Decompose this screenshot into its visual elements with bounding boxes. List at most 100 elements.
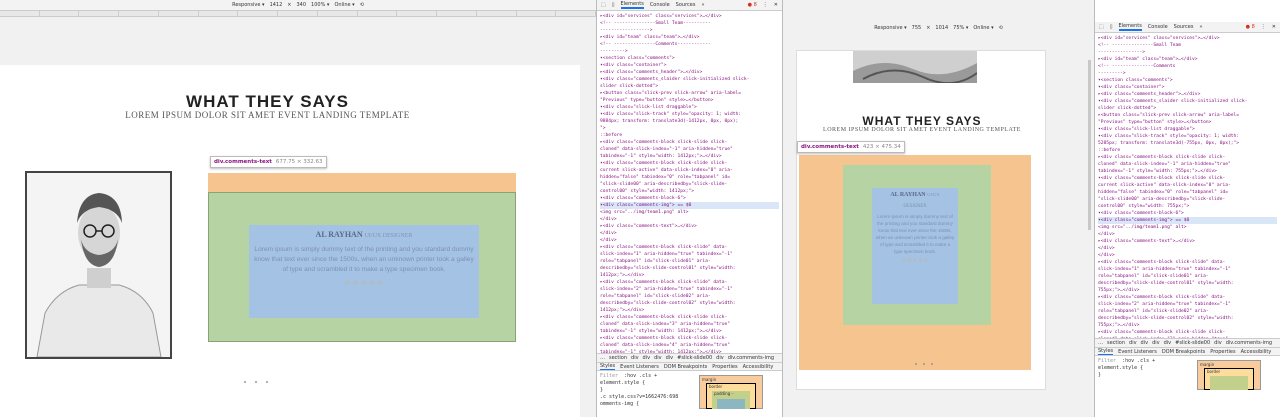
dom-node-line[interactable]: ▸<div class="comments-block slick-slide … xyxy=(600,314,779,321)
dom-node-line[interactable]: ▸<button class="slick-prev slick-arrow" … xyxy=(1098,112,1277,119)
styles-tab[interactable]: Event Listeners xyxy=(1118,349,1157,355)
filter-input[interactable]: Filter xyxy=(600,373,618,380)
dom-node-line[interactable]: "slick-slide00" aria-describedby="slick-… xyxy=(1098,196,1277,203)
dom-node-line[interactable]: ---------> xyxy=(600,48,779,55)
dom-node-line[interactable]: tabindex="-1" style="width: 1412px;">…</… xyxy=(600,328,779,335)
dom-tree[interactable]: ▸<div id="services" class="services">…</… xyxy=(597,11,782,353)
right-scrollbar[interactable] xyxy=(1088,60,1091,230)
breadcrumb-item[interactable]: section xyxy=(1107,340,1125,346)
dom-node-line[interactable]: ▸<div class="comments-block slick-slide … xyxy=(1098,329,1277,336)
styles-tab[interactable]: Properties xyxy=(1210,349,1235,355)
styles-tab[interactable]: Properties xyxy=(712,364,737,370)
dom-node-line[interactable]: ------------------> xyxy=(600,27,779,34)
dom-node-line[interactable]: 9884px; transform: translate3d(-1412px, … xyxy=(600,118,779,125)
kebab-icon[interactable]: ⋮ xyxy=(763,2,768,8)
breadcrumb-item[interactable]: … xyxy=(600,355,605,361)
error-count[interactable]: ● 8 xyxy=(748,2,757,8)
dom-node-line[interactable]: cloned" data-slick-index="-1" aria-hidde… xyxy=(1098,161,1277,168)
slider-dot[interactable] xyxy=(244,381,246,383)
dom-node-line[interactable]: ▸<div class="comments-block slick-slide"… xyxy=(600,244,779,251)
breadcrumb-item[interactable]: div xyxy=(1214,340,1222,346)
dom-node-line[interactable]: "Previous" type="button" style>…</button… xyxy=(600,97,779,104)
dom-node-line[interactable]: ▸<div class="comments-block slick-slide"… xyxy=(600,279,779,286)
slider-dot[interactable] xyxy=(923,363,925,365)
slider-dots[interactable] xyxy=(244,381,268,383)
dom-node-line[interactable]: role="tabpanel" id="slick-slide02" aria- xyxy=(1098,308,1277,315)
dom-node-line[interactable]: hidden="false" tabindex="0" role="tabpan… xyxy=(600,174,779,181)
tab-console[interactable]: Console xyxy=(1148,24,1168,30)
width-field[interactable]: 1412 xyxy=(270,2,283,8)
height-field[interactable]: 1014 xyxy=(935,25,948,31)
dom-node-line[interactable]: describedby="slick-slide-control02" styl… xyxy=(600,300,779,307)
zoom-select[interactable]: 100% ▾ xyxy=(311,2,329,8)
dom-node-line[interactable]: 1412px;">…</div> xyxy=(600,272,779,279)
rotate-icon[interactable]: ⟲ xyxy=(360,2,364,8)
dom-node-line[interactable]: tabindex="-1" style="width: 1412px;">…</… xyxy=(600,153,779,160)
width-field[interactable]: 755 xyxy=(912,25,922,31)
styles-pane[interactable]: Filter:hov .cls + element.style { } .c s… xyxy=(597,371,693,407)
slider-dot[interactable] xyxy=(931,363,933,365)
inspect-icon[interactable]: ⬚ xyxy=(601,2,606,8)
dom-node-line[interactable]: </div> xyxy=(600,216,779,223)
styles-tab[interactable]: Event Listeners xyxy=(620,364,659,370)
dom-node-line[interactable]: ▾<div class="slick-track" style="opacity… xyxy=(600,111,779,118)
breadcrumb-item[interactable]: div xyxy=(1141,340,1149,346)
slider-dot[interactable] xyxy=(266,381,268,383)
dom-node-line[interactable]: ▾<section class="comments"> xyxy=(600,55,779,62)
dom-node-line[interactable]: slick-index="2" aria-hidden="true" tabin… xyxy=(1098,301,1277,308)
dom-node-line[interactable]: describedby="slick-slide-control01" styl… xyxy=(600,265,779,272)
dom-node-line[interactable]: </div> xyxy=(600,230,779,237)
dom-node-line[interactable]: ::before xyxy=(1098,147,1277,154)
tab-elements[interactable]: Elements xyxy=(620,1,644,9)
dom-node-line[interactable]: ▾<div class="slick-list draggable"> xyxy=(600,104,779,111)
dom-node-line[interactable]: slick-index="2" aria-hidden="true" tabin… xyxy=(600,286,779,293)
dom-tree[interactable]: ▸<div id="services" class="services">…</… xyxy=(1095,33,1280,338)
tab-elements[interactable]: Elements xyxy=(1118,23,1142,31)
breadcrumb-item[interactable]: div xyxy=(1164,340,1172,346)
dom-node-line[interactable]: ▸<div class="comments-block slick-slide"… xyxy=(1098,294,1277,301)
breadcrumb-item[interactable]: div xyxy=(1152,340,1160,346)
dom-node-line[interactable]: ▸<div class="comments-text">…</div> xyxy=(600,223,779,230)
slider-dots[interactable] xyxy=(915,363,933,365)
dom-node-line[interactable]: ▸<div class="comments-block slick-slide … xyxy=(600,139,779,146)
dom-node-line[interactable]: ▸<div id="team" class="team">…</div> xyxy=(1098,56,1277,63)
styles-tab[interactable]: Accessibility xyxy=(743,364,774,370)
dom-node-line[interactable]: ▾<div class="comments_slaider slick-init… xyxy=(600,76,779,83)
breadcrumb-item[interactable]: div.comments-img xyxy=(728,355,774,361)
filter-input[interactable]: Filter xyxy=(1098,358,1116,365)
dom-node-line[interactable]: ▾<div class="slick-track" style="opacity… xyxy=(1098,133,1277,140)
dom-node-line[interactable]: ▾<div class="container"> xyxy=(600,62,779,69)
dom-node-line[interactable]: ▾<div class="comments-block slick-slide … xyxy=(1098,175,1277,182)
dom-node-line[interactable]: "slick-slide00" aria-describedby="slick-… xyxy=(600,181,779,188)
styles-tab[interactable]: Styles xyxy=(1098,348,1114,355)
dom-node-line[interactable]: "Previous" type="button" style>…</button… xyxy=(1098,119,1277,126)
dom-node-line[interactable]: 1412px;">…</div> xyxy=(600,307,779,314)
dom-node-line[interactable]: <!-- ---------------Small Team xyxy=(1098,42,1277,49)
rotate-icon[interactable]: ⟲ xyxy=(999,25,1003,31)
tab-more[interactable]: » xyxy=(701,2,704,8)
dom-node-line[interactable]: </div> xyxy=(1098,231,1277,238)
breadcrumb-item[interactable]: div xyxy=(716,355,724,361)
dom-node-line[interactable]: <img src="../img/team1.png" alt> xyxy=(1098,224,1277,231)
breadcrumb-item[interactable]: … xyxy=(1098,340,1103,346)
dom-node-line[interactable]: </div> xyxy=(600,237,779,244)
device-select[interactable]: Responsive ▾ xyxy=(232,2,264,8)
dom-node-line[interactable]: slick-index="1" aria-hidden="true" tabin… xyxy=(1098,266,1277,273)
breadcrumb-item[interactable]: div xyxy=(1129,340,1137,346)
dom-node-line[interactable]: role="tabpanel" id="slick-slide01" aria- xyxy=(600,258,779,265)
dom-node-line[interactable]: ▸<div class="comments_header">…</div> xyxy=(600,69,779,76)
device-icon[interactable]: ▯ xyxy=(612,2,615,8)
breadcrumb-item[interactable]: div xyxy=(631,355,639,361)
styles-pane[interactable]: Filter:hov .cls + element.style { } xyxy=(1095,356,1191,396)
dom-node-line[interactable]: ▾<div class="comments-img"> == $0 xyxy=(600,202,779,209)
dom-node-line[interactable]: control00" style="width: 1412px;"> xyxy=(600,188,779,195)
inspect-icon[interactable]: ⬚ xyxy=(1099,24,1104,30)
kebab-icon[interactable]: ⋮ xyxy=(1261,24,1266,30)
network-select[interactable]: Online ▾ xyxy=(973,25,993,31)
dom-node-line[interactable]: ▸<div id="team" class="team">…</div> xyxy=(600,34,779,41)
dom-node-line[interactable]: control00" style="width: 755px;"> xyxy=(1098,203,1277,210)
slider-dot[interactable] xyxy=(915,363,917,365)
close-icon[interactable]: ✕ xyxy=(774,2,778,8)
tab-more[interactable]: » xyxy=(1199,24,1202,30)
filter-tools[interactable]: :hov .cls + xyxy=(1122,358,1155,365)
